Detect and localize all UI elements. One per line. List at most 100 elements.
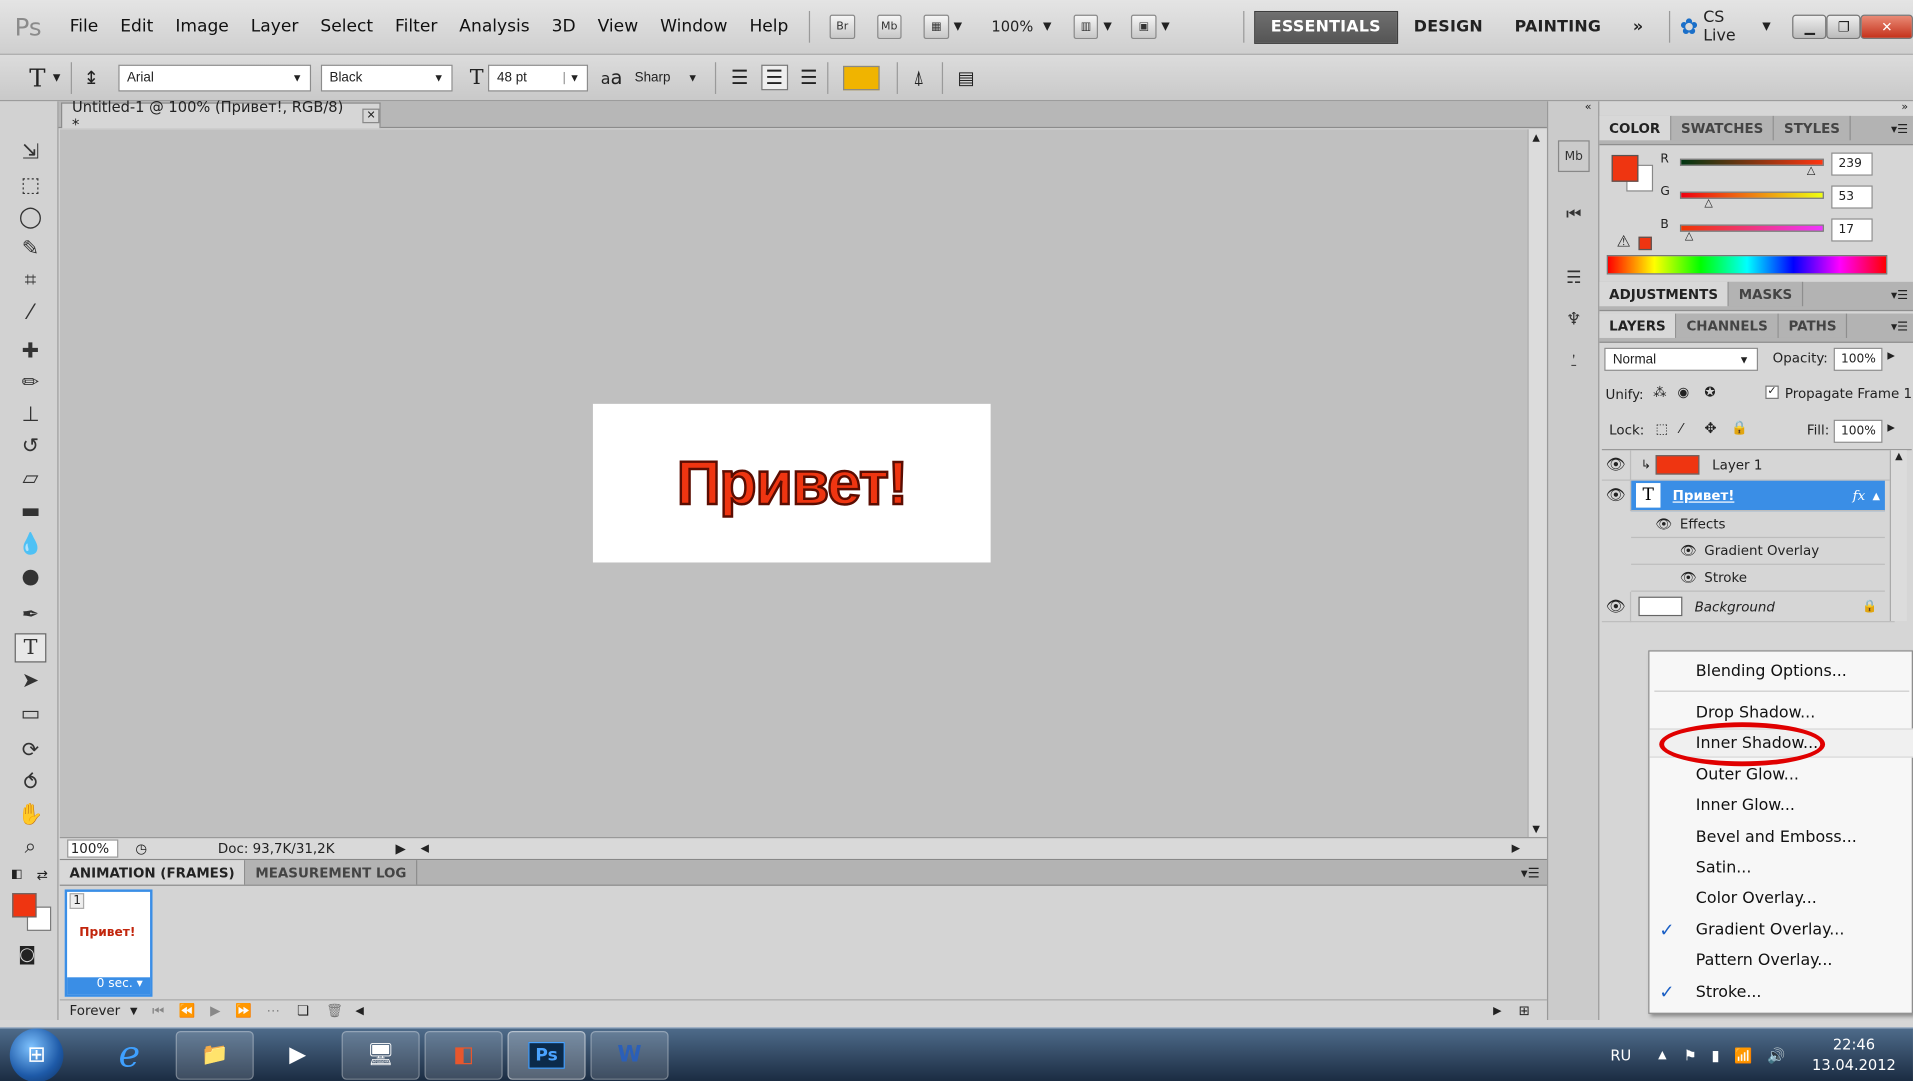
brush-tool-icon[interactable]: ✏ xyxy=(15,368,47,397)
minibridge-icon[interactable]: Mb xyxy=(1557,140,1590,173)
more-workspaces-button[interactable]: » xyxy=(1617,18,1659,36)
warp-text-icon[interactable]: ⍋ xyxy=(913,65,925,89)
bridge-button[interactable]: Br xyxy=(829,14,855,40)
status-zoom[interactable]: 100% xyxy=(67,839,119,858)
first-frame-icon[interactable]: ⏮ xyxy=(152,1002,164,1019)
animation-frame[interactable]: 1 Привет! 0 sec. ▾ xyxy=(64,889,153,997)
layer-row[interactable]: 👁 ↳ Layer 1 xyxy=(1601,449,1895,481)
expand-icon[interactable]: » xyxy=(1901,101,1908,113)
unify-position-icon[interactable]: ⁂ xyxy=(1653,384,1666,400)
move-tool-icon[interactable]: ⇲ xyxy=(15,138,47,167)
path-select-tool-icon[interactable]: ➤ xyxy=(15,666,47,695)
next-frame-icon[interactable]: ⏩ xyxy=(235,1003,252,1019)
slider-b[interactable] xyxy=(1679,224,1824,232)
character-panel-icon[interactable]: ▤ xyxy=(958,66,975,88)
zoom-tool-icon[interactable]: ⌕ xyxy=(15,832,47,861)
taskbar-photoshop-icon[interactable]: Ps xyxy=(507,1030,586,1080)
tab-measurement-log[interactable]: MEASUREMENT LOG xyxy=(245,860,418,885)
eyedropper-tool-icon[interactable]: ⁄ xyxy=(15,298,47,327)
tab-color[interactable]: COLOR xyxy=(1599,115,1672,141)
scroll-right-icon[interactable]: ▶ xyxy=(1493,1005,1501,1017)
lasso-tool-icon[interactable]: ◯ xyxy=(15,203,47,232)
menu-item-gradient-overlay[interactable]: ✓ Gradient Overlay... xyxy=(1649,915,1913,944)
3d-rotate-tool-icon[interactable]: ⟳ xyxy=(15,736,47,765)
menu-edit[interactable]: Edit xyxy=(109,17,164,37)
tab-swatches[interactable]: SWATCHES xyxy=(1671,115,1775,141)
duplicate-frame-icon[interactable]: ❏ xyxy=(297,1003,309,1019)
timeline-toggle-icon[interactable]: ⊞ xyxy=(1519,1003,1530,1019)
eye-icon[interactable]: 👁 xyxy=(1656,516,1673,532)
tab-styles[interactable]: STYLES xyxy=(1774,115,1851,141)
taskbar-ie-icon[interactable]: e xyxy=(90,1030,168,1079)
menu-item-drop-shadow[interactable]: Drop Shadow... xyxy=(1649,698,1913,727)
swap-colors-icon[interactable]: ⇄ xyxy=(37,867,48,883)
chevron-down-icon[interactable]: ▼ xyxy=(1103,21,1111,33)
lock-pixels-icon[interactable]: ⁄ xyxy=(1680,421,1682,437)
character-icon[interactable]: ⍘ xyxy=(1558,345,1590,377)
dodge-tool-icon[interactable]: ● xyxy=(15,562,47,591)
fg-color-swatch[interactable] xyxy=(1611,154,1639,182)
arrange-documents-button[interactable]: ▥ xyxy=(1073,14,1099,40)
document-tab[interactable]: Untitled-1 @ 100% (Привет!, RGB/8) * ✕ xyxy=(61,99,381,133)
chevron-down-icon[interactable]: ▼ xyxy=(1043,21,1051,33)
pen-tool-icon[interactable]: ✒ xyxy=(15,600,47,629)
panel-menu-icon[interactable]: ▾☰ xyxy=(1891,123,1908,136)
status-menu-icon[interactable]: ▶ xyxy=(396,841,406,857)
taskbar-explorer-icon[interactable]: 📁 xyxy=(175,1030,254,1080)
clone-source-icon[interactable]: ♆ xyxy=(1558,304,1590,336)
menu-item-blending-options[interactable]: Blending Options... xyxy=(1649,656,1913,685)
taskbar-control-panel-icon[interactable]: 🖥 xyxy=(341,1030,420,1080)
slider-r-handle-icon[interactable]: △ xyxy=(1807,165,1815,177)
slider-g-handle-icon[interactable]: △ xyxy=(1704,198,1712,210)
minimize-button[interactable]: ▁ xyxy=(1792,14,1827,40)
channel-g-input[interactable]: 53 xyxy=(1831,185,1873,209)
quick-mask-icon[interactable]: ◙ xyxy=(18,943,36,965)
vertical-scrollbar[interactable]: ▲ ▼ xyxy=(1527,129,1547,837)
close-icon[interactable]: ✕ xyxy=(362,108,380,124)
eye-icon[interactable]: 👁 xyxy=(1680,543,1697,559)
antialias-select[interactable]: Sharp ▼ xyxy=(627,64,705,91)
unify-visibility-icon[interactable]: ◉ xyxy=(1678,384,1690,400)
slider-g[interactable] xyxy=(1679,191,1824,199)
menu-file[interactable]: File xyxy=(59,17,110,37)
fx-icon[interactable]: fx xyxy=(1853,487,1866,503)
quick-select-tool-icon[interactable]: ✎ xyxy=(15,234,47,263)
clone-stamp-tool-icon[interactable]: ⊥ xyxy=(15,400,47,429)
document-canvas[interactable]: Привет! xyxy=(592,403,991,563)
taskbar-word-icon[interactable]: W xyxy=(590,1030,669,1080)
loop-select[interactable]: Forever xyxy=(70,1003,121,1019)
channel-b-input[interactable]: 17 xyxy=(1831,218,1873,242)
menu-layer[interactable]: Layer xyxy=(240,17,310,37)
panel-menu-icon[interactable]: ▾☰ xyxy=(1891,289,1908,302)
tab-channels[interactable]: CHANNELS xyxy=(1676,313,1779,338)
slider-r[interactable] xyxy=(1679,158,1824,166)
blend-mode-select[interactable]: Normal ▼ xyxy=(1604,347,1759,371)
workspace-essentials[interactable]: ESSENTIALS xyxy=(1253,10,1398,44)
menu-item-stroke[interactable]: ✓ Stroke... xyxy=(1649,977,1913,1006)
foreground-color-swatch[interactable] xyxy=(12,893,37,918)
text-color-swatch[interactable] xyxy=(843,65,880,90)
chevron-down-icon[interactable]: ▼ xyxy=(1762,21,1770,33)
close-button[interactable]: ✕ xyxy=(1860,14,1913,40)
menu-window[interactable]: Window xyxy=(649,17,738,37)
scroll-left-icon[interactable]: ◀ xyxy=(420,842,428,854)
workspace-design[interactable]: DESIGN xyxy=(1398,18,1499,36)
fill-slider-icon[interactable]: ▶ xyxy=(1887,422,1895,433)
menu-item-bevel-emboss[interactable]: Bevel and Emboss... xyxy=(1649,822,1913,851)
expand-effects-icon[interactable]: ▲ xyxy=(1873,490,1881,501)
menu-item-pattern-overlay[interactable]: Pattern Overlay... xyxy=(1649,946,1913,975)
menu-3d[interactable]: 3D xyxy=(541,17,587,37)
clock[interactable]: 22:46 13.04.2012 xyxy=(1812,1034,1896,1075)
volume-icon[interactable]: 🔊 xyxy=(1767,1046,1785,1063)
taskbar-media-icon[interactable]: ▶ xyxy=(259,1030,337,1079)
crop-tool-icon[interactable]: ⌗ xyxy=(15,266,47,295)
slider-b-handle-icon[interactable]: △ xyxy=(1685,231,1693,243)
taskbar-office-icon[interactable]: ◧ xyxy=(424,1030,503,1080)
effect-row[interactable]: 👁 Stroke xyxy=(1631,565,1885,592)
action-center-icon[interactable]: ⚑ xyxy=(1684,1046,1697,1063)
align-right-icon[interactable]: ☰ xyxy=(800,66,817,89)
history-brush-tool-icon[interactable]: ↺ xyxy=(15,432,47,461)
tab-layers[interactable]: LAYERS xyxy=(1599,313,1677,338)
layer-row-selected[interactable]: T Привет! fx ▲ xyxy=(1631,480,1885,512)
menu-item-color-overlay[interactable]: Color Overlay... xyxy=(1649,883,1913,912)
